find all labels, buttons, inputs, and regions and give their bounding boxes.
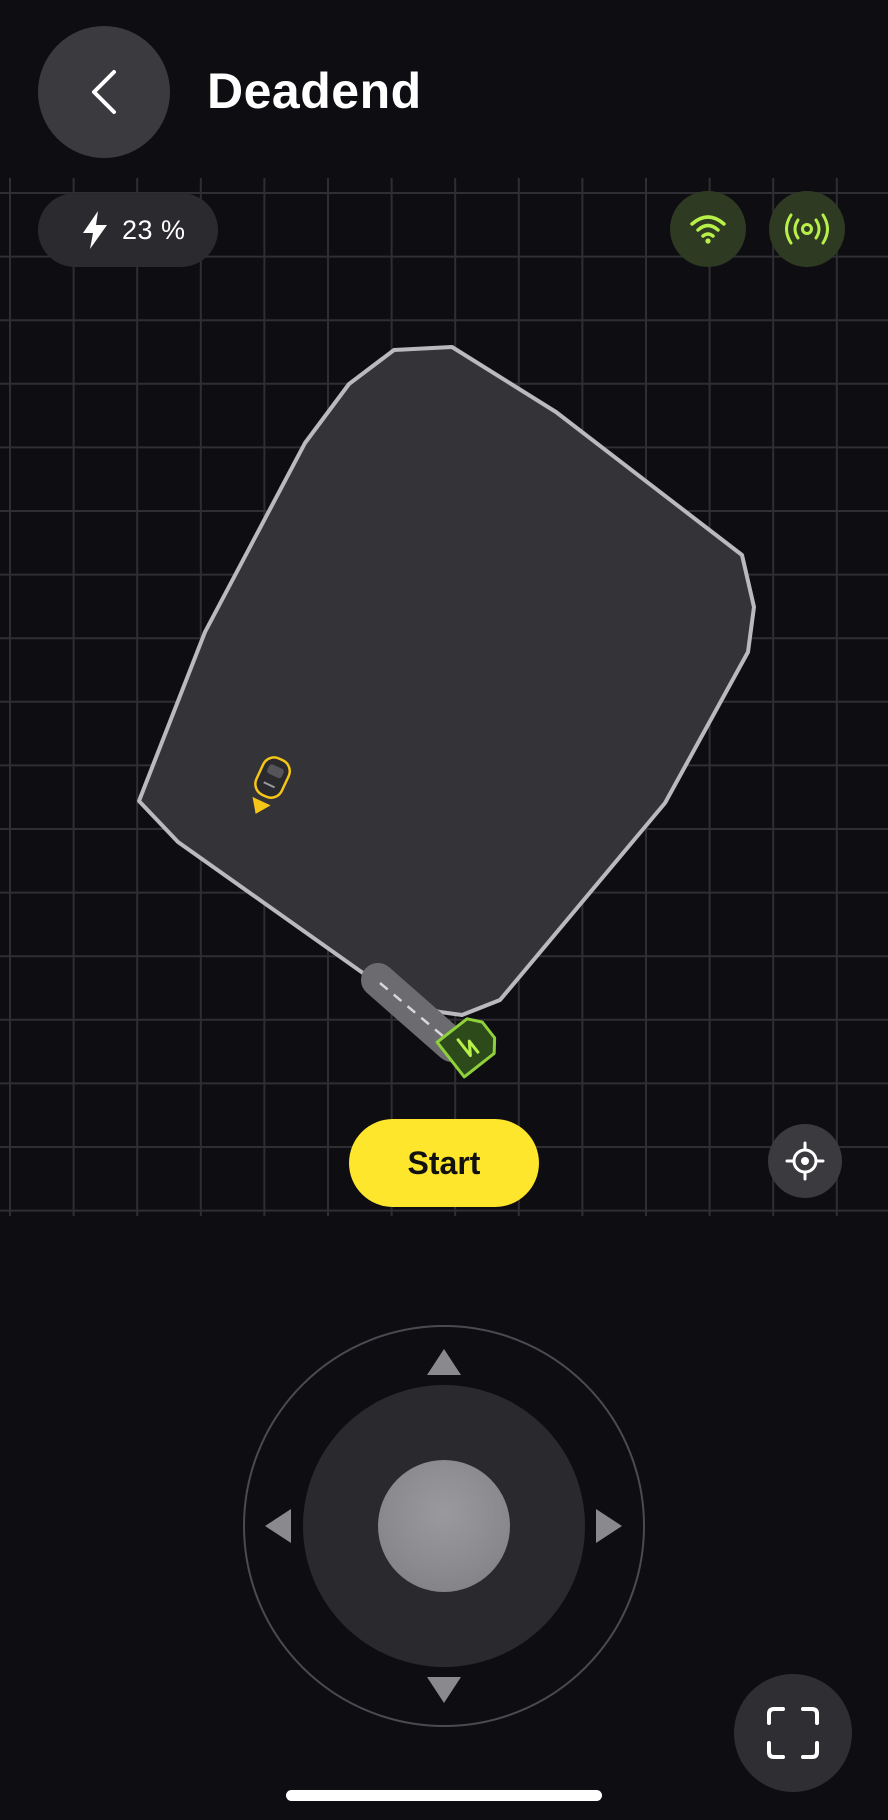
battery-percentage: 23 % <box>122 214 186 245</box>
locate-button[interactable] <box>768 1124 842 1198</box>
page-title: Deadend <box>207 63 422 119</box>
joystick-knob[interactable] <box>378 1460 510 1592</box>
signal-status[interactable] <box>769 191 845 267</box>
crosshair-icon <box>785 1141 825 1181</box>
wifi-status[interactable] <box>670 191 746 267</box>
start-button[interactable]: Start <box>349 1119 539 1207</box>
joystick[interactable] <box>243 1325 645 1727</box>
broadcast-signal-icon <box>785 213 829 245</box>
header: Deadend <box>0 0 888 180</box>
fullscreen-icon <box>767 1707 819 1759</box>
map-grid <box>0 178 888 1216</box>
chevron-left-icon <box>92 70 116 114</box>
back-button[interactable] <box>38 26 170 158</box>
arrow-right-icon[interactable] <box>596 1509 622 1543</box>
arrow-up-icon[interactable] <box>427 1349 461 1375</box>
lightning-icon <box>83 211 107 249</box>
wifi-icon <box>690 215 726 244</box>
battery-status: 23 % <box>38 193 218 267</box>
home-indicator[interactable] <box>286 1790 602 1801</box>
arrow-left-icon[interactable] <box>265 1509 291 1543</box>
map-view[interactable] <box>0 178 888 1216</box>
arrow-down-icon[interactable] <box>427 1677 461 1703</box>
fullscreen-button[interactable] <box>734 1674 852 1792</box>
